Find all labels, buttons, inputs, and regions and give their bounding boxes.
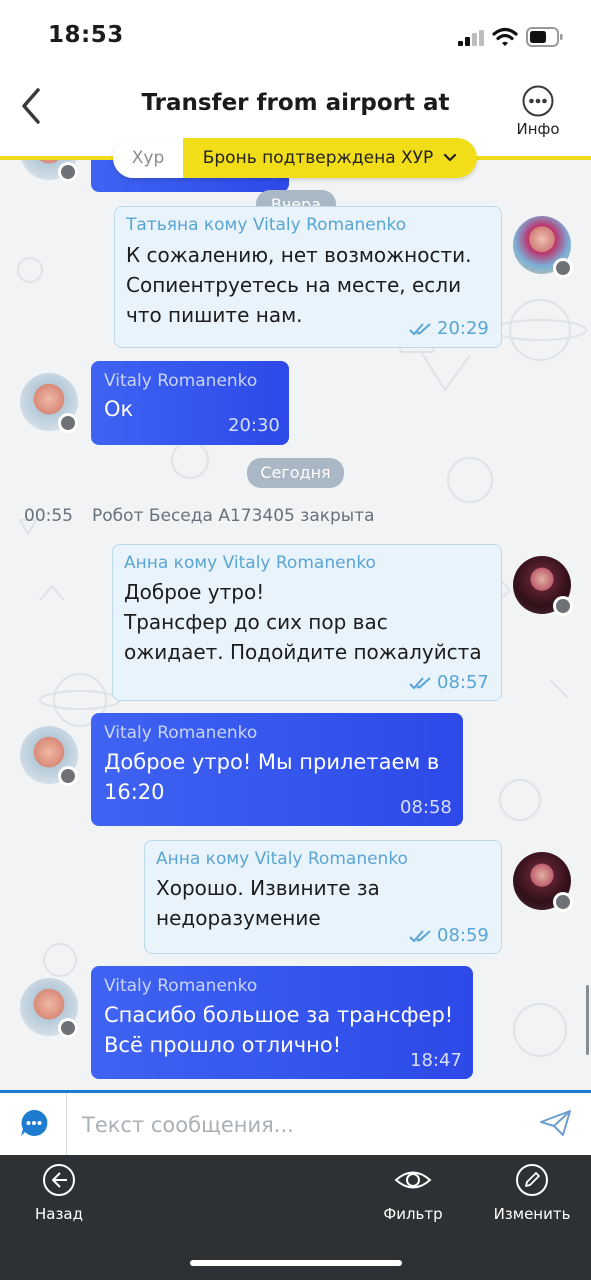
avatar-chat-badge-icon bbox=[58, 766, 78, 786]
wifi-icon bbox=[492, 26, 518, 48]
message-text-line: Сопиентруетесь на месте, если bbox=[126, 273, 462, 297]
read-checkmarks-icon bbox=[409, 675, 433, 690]
message-text-line: что пишите нам. bbox=[126, 303, 303, 327]
message-time: 08:57 bbox=[437, 672, 489, 693]
message-input[interactable] bbox=[80, 1105, 524, 1145]
date-chip-today: Сегодня bbox=[247, 458, 344, 488]
message-time: 20:29 bbox=[437, 318, 489, 339]
composer-divider bbox=[66, 1093, 67, 1155]
pencil-circle-icon bbox=[515, 1163, 549, 1197]
info-label[interactable]: Инфо bbox=[512, 120, 564, 138]
page-title: Transfer from airport at bbox=[141, 90, 450, 116]
chat-scrollbar[interactable] bbox=[586, 985, 589, 1055]
message-text-line: Доброе утро! bbox=[124, 580, 265, 604]
message-sender: Анна кому Vitaly Romanenko bbox=[156, 849, 408, 869]
chat-bubble-icon[interactable] bbox=[19, 1108, 49, 1138]
avatar-chat-badge-icon bbox=[58, 413, 78, 433]
filter-status-label: Бронь подтверждена ХУР bbox=[202, 148, 434, 168]
message-sender: Vitaly Romanenko bbox=[104, 723, 258, 743]
system-message-time: 00:55 bbox=[24, 506, 73, 526]
tab-filter-label: Фильтр bbox=[383, 1205, 443, 1223]
message-text-line: недоразумение bbox=[156, 906, 321, 930]
back-circle-icon bbox=[42, 1163, 76, 1197]
cellular-signal-icon bbox=[458, 30, 484, 46]
message-sender: Татьяна кому Vitaly Romanenko bbox=[126, 215, 407, 235]
system-message-text: Робот Беседа A173405 закрыта bbox=[92, 506, 375, 526]
message-text-line: Доброе утро! Мы прилетаем в bbox=[104, 750, 440, 774]
message-text-line: Ок bbox=[104, 397, 134, 421]
message-text-line: Хорошо. Извините за bbox=[156, 876, 380, 900]
message-text-line: 16:20 bbox=[104, 780, 165, 804]
filter-left-tab[interactable]: Хур bbox=[113, 138, 183, 178]
avatar-chat-badge-icon bbox=[553, 892, 573, 912]
message-time: 20:30 bbox=[228, 415, 280, 436]
message-text-line: ожидает. Подойдите пожалуйста bbox=[124, 640, 482, 664]
message-text-line: Трансфер до сих пор вас bbox=[124, 610, 388, 634]
message-time: 18:47 bbox=[410, 1050, 462, 1071]
eye-icon bbox=[394, 1163, 432, 1197]
chevron-down-icon bbox=[443, 148, 457, 168]
tab-back[interactable]: Назад bbox=[20, 1160, 98, 1226]
tab-back-label: Назад bbox=[34, 1205, 83, 1223]
read-checkmarks-icon bbox=[409, 928, 433, 943]
read-checkmarks-icon bbox=[409, 321, 433, 336]
tab-filter[interactable]: Фильтр bbox=[374, 1160, 452, 1226]
avatar-chat-badge-icon bbox=[58, 1018, 78, 1038]
status-time: 18:53 bbox=[48, 22, 124, 48]
tab-edit-label: Изменить bbox=[493, 1205, 571, 1223]
tab-edit[interactable]: Изменить bbox=[490, 1160, 574, 1226]
chat-area[interactable]: 20:26 Вчера Татьяна кому Vitaly Romanenk… bbox=[0, 160, 591, 1090]
filter-status-dropdown[interactable]: Бронь подтверждена ХУР bbox=[183, 138, 477, 178]
status-filter-pill[interactable]: Хур Бронь подтверждена ХУР bbox=[113, 138, 477, 178]
message-text-line: Спасибо большое за трансфер! bbox=[104, 1003, 454, 1027]
message-sender: Vitaly Romanenko bbox=[104, 976, 258, 996]
avatar-chat-badge-icon bbox=[553, 596, 573, 616]
message-sender: Vitaly Romanenko bbox=[104, 371, 258, 391]
message-text-line: К сожалению, нет возможности. bbox=[126, 243, 472, 267]
message-time: 08:58 bbox=[400, 797, 452, 818]
battery-icon bbox=[526, 27, 564, 47]
message-text-line: Всё прошло отлично! bbox=[104, 1033, 342, 1057]
message-time: 08:59 bbox=[437, 925, 489, 946]
home-indicator bbox=[190, 1260, 402, 1266]
send-icon[interactable] bbox=[539, 1108, 573, 1138]
avatar-chat-badge-icon bbox=[58, 162, 78, 182]
info-more-icon[interactable] bbox=[522, 85, 554, 117]
avatar-chat-badge-icon bbox=[553, 258, 573, 278]
message-sender: Анна кому Vitaly Romanenko bbox=[124, 553, 376, 573]
